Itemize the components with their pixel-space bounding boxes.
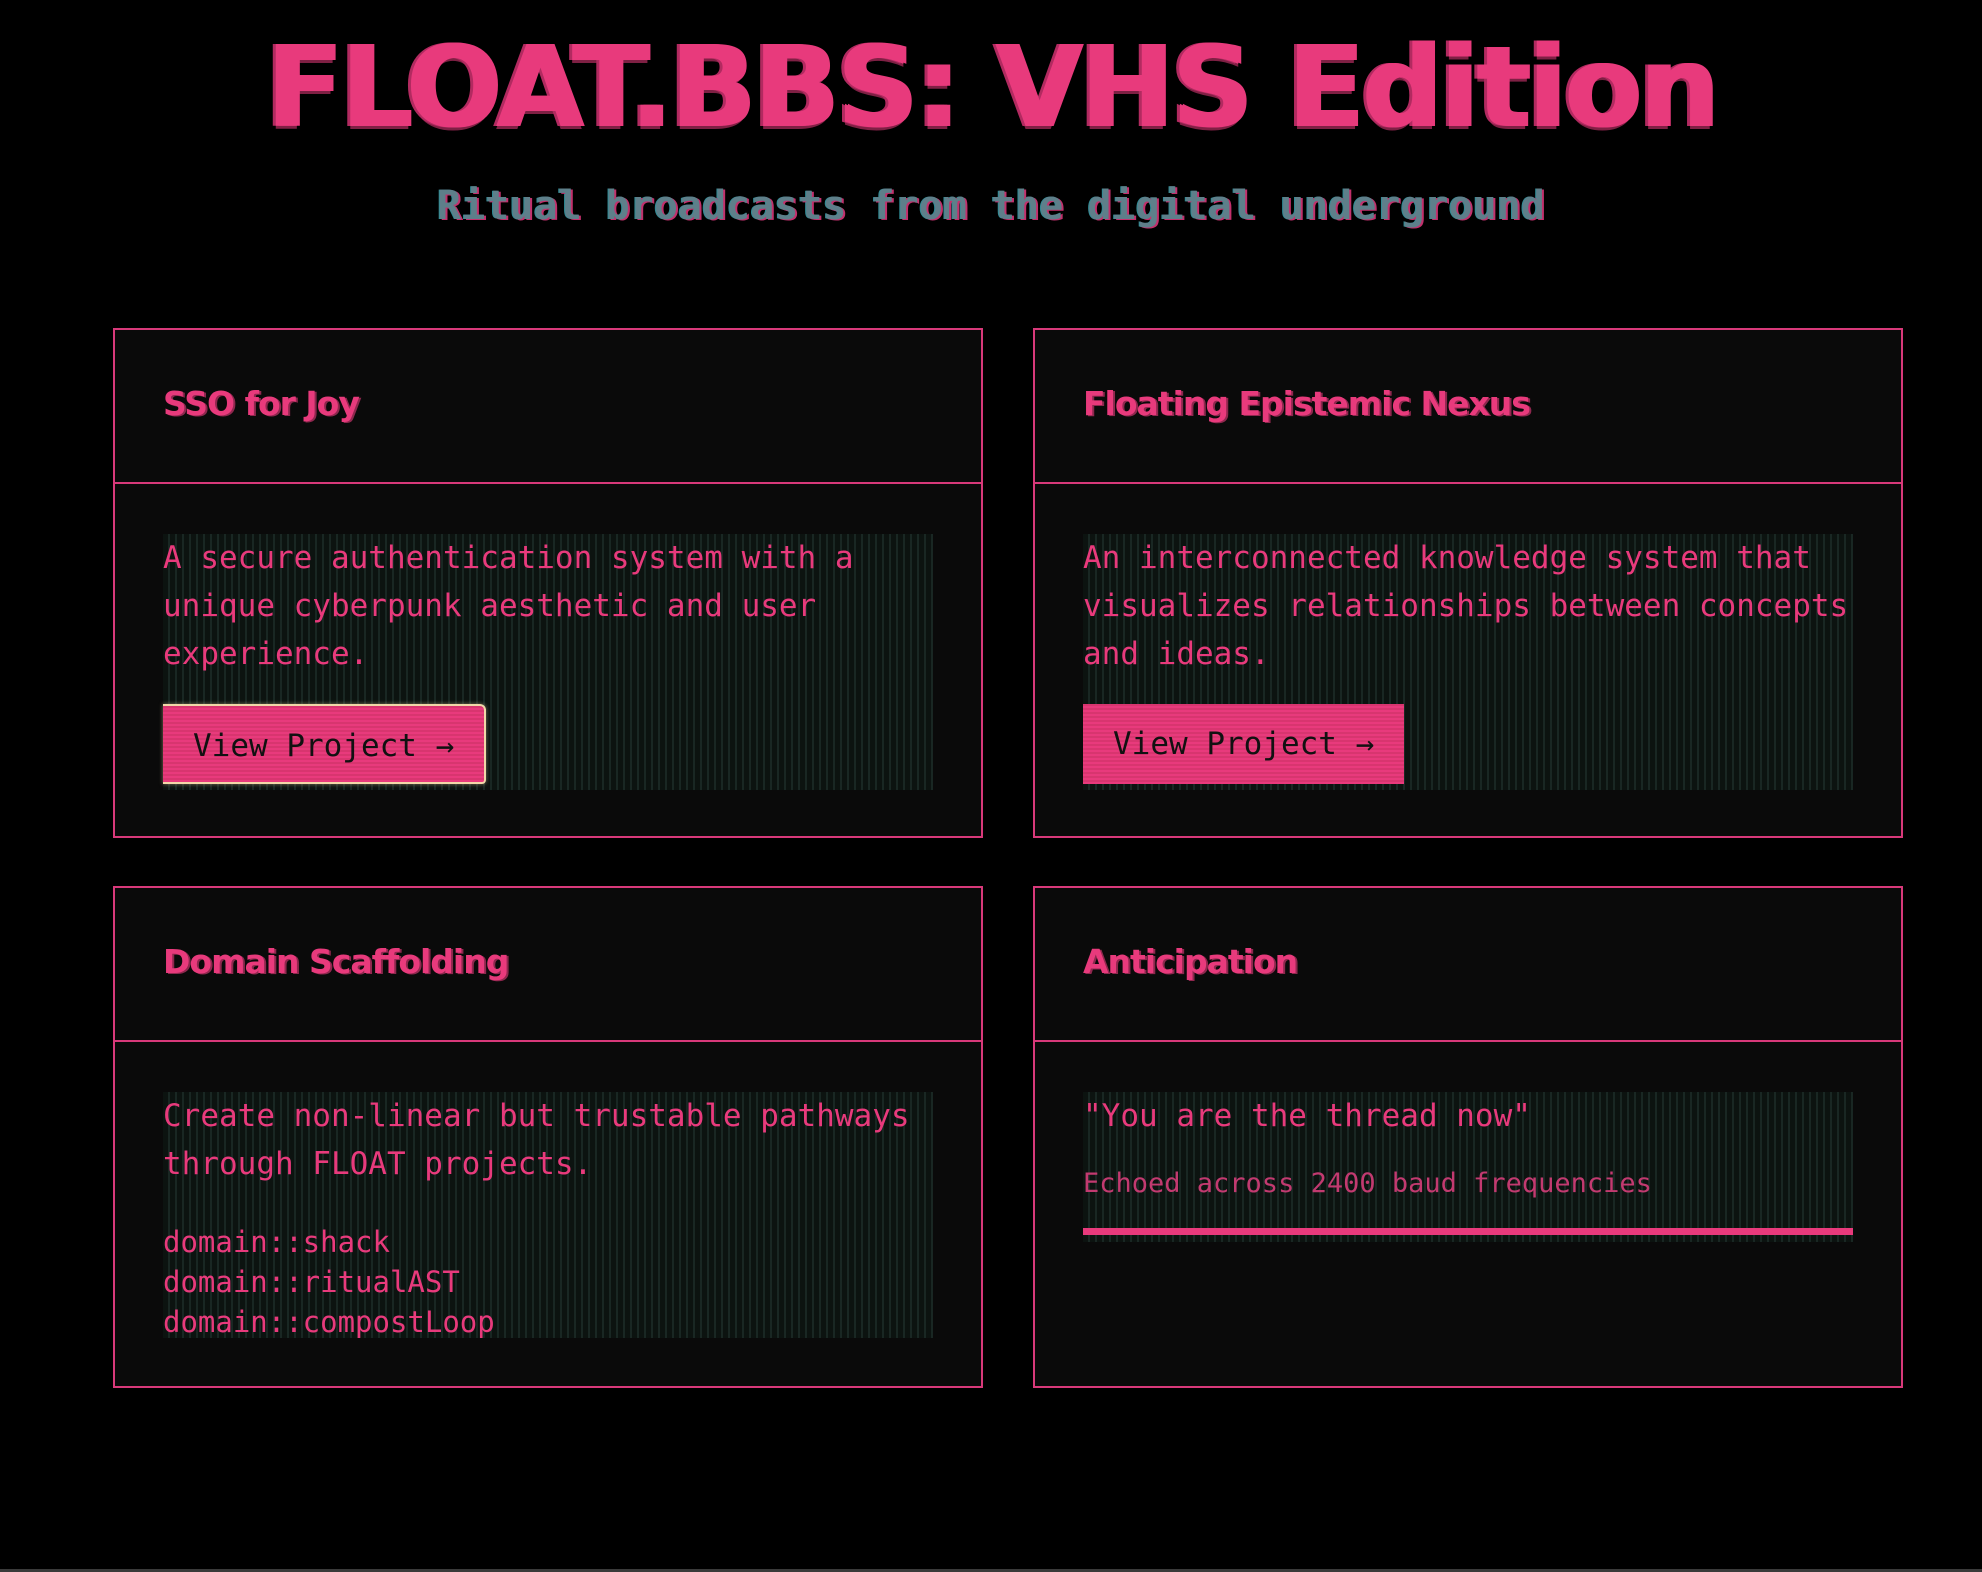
project-card-nexus: Floating Epistemic Nexus An interconnect… <box>1033 328 1903 838</box>
card-header: Domain Scaffolding <box>115 888 981 1042</box>
view-project-button[interactable]: View Project → <box>163 704 487 784</box>
card-caption: Echoed across 2400 baud frequencies <box>1083 1168 1652 1199</box>
card-body: An interconnected knowledge system that … <box>1035 484 1901 790</box>
progress-fill <box>1083 1228 1853 1235</box>
card-body: A secure authentication system with a un… <box>115 484 981 790</box>
site-title: FLOAT.BBS: VHS Edition <box>265 23 1719 153</box>
card-header: Floating Epistemic Nexus <box>1035 330 1901 484</box>
card-quote: "You are the thread now" <box>1083 1098 1531 1134</box>
card-title: SSO for Joy <box>163 384 360 423</box>
card-description: A secure authentication system with a un… <box>163 540 854 672</box>
card-description: Create non-linear but trustable pathways… <box>163 1098 910 1182</box>
card-description: An interconnected knowledge system that … <box>1083 540 1849 672</box>
domain-list: domain::shack domain::ritualAST domain::… <box>163 1222 933 1342</box>
card-title: Domain Scaffolding <box>163 942 509 981</box>
card-body: "You are the thread now" Echoed across 2… <box>1035 1042 1901 1242</box>
card-body: Create non-linear but trustable pathways… <box>115 1042 981 1342</box>
card-title: Anticipation <box>1083 942 1298 981</box>
card-header: Anticipation <box>1035 888 1901 1042</box>
project-card-sso: SSO for Joy A secure authentication syst… <box>113 328 983 838</box>
domain-item: domain::compostLoop <box>163 1305 495 1339</box>
progress-bar <box>1083 1228 1853 1235</box>
domain-item: domain::shack <box>163 1225 390 1259</box>
site-subtitle: Ritual broadcasts from the digital under… <box>437 183 1545 229</box>
view-project-button[interactable]: View Project → <box>1083 704 1405 784</box>
domain-item: domain::ritualAST <box>163 1265 460 1299</box>
project-card-anticipation: Anticipation "You are the thread now" Ec… <box>1033 886 1903 1388</box>
card-title: Floating Epistemic Nexus <box>1083 384 1531 423</box>
card-header: SSO for Joy <box>115 330 981 484</box>
project-card-domain-scaffolding: Domain Scaffolding Create non-linear but… <box>113 886 983 1388</box>
